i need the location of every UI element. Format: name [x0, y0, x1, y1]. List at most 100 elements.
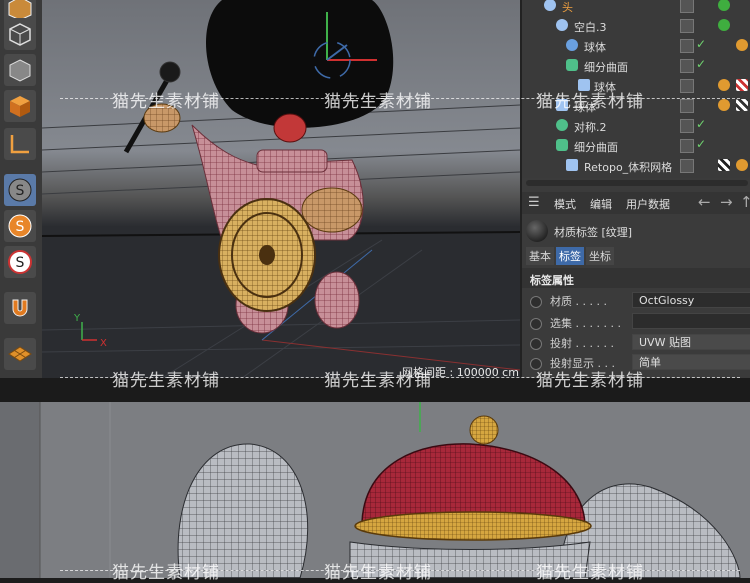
menu-icon[interactable]: ☰: [528, 195, 540, 210]
texture-tag-icon[interactable]: [736, 99, 748, 111]
enabled-check-icon[interactable]: ✓: [696, 57, 706, 71]
watermark: 猫先生素材铺: [536, 371, 644, 391]
floor-grid-icon[interactable]: [4, 338, 36, 370]
tab-coord[interactable]: 坐标: [586, 247, 614, 265]
axis-tool-icon[interactable]: [4, 128, 36, 160]
object-label: 细分曲面: [574, 141, 618, 154]
watermark: 猫先生素材铺: [536, 92, 644, 112]
tab-basic[interactable]: 基本: [526, 247, 554, 265]
bottom-viewport[interactable]: [0, 402, 750, 578]
left-toolbar: S S S: [0, 0, 43, 378]
object-label: 细分曲面: [584, 61, 628, 74]
object-row[interactable]: 头: [522, 0, 750, 16]
anim-radio-icon[interactable]: [530, 338, 542, 350]
polygon-object-icon: [566, 159, 578, 171]
visibility-toggle-icon[interactable]: [680, 59, 694, 73]
visibility-toggle-icon[interactable]: [680, 119, 694, 133]
magnet-icon[interactable]: [4, 292, 36, 324]
object-label: Retopo_体积网格: [584, 161, 673, 174]
object-row[interactable]: 细分曲面 ✓: [522, 56, 750, 76]
object-row[interactable]: 细分曲面 ✓: [522, 136, 750, 156]
attribute-tabs: 基本 标签 坐标: [526, 246, 616, 265]
enabled-check-icon[interactable]: ✓: [696, 37, 706, 51]
watermark: 猫先生素材铺: [536, 563, 644, 583]
right-panel: 头 空白.3 球体 ✓ 细分曲面 ✓ 球体 球体 对称.2 ✓ 细分曲面 ✓ R…: [520, 0, 750, 378]
visibility-toggle-icon[interactable]: [680, 39, 694, 53]
svg-text:S: S: [16, 183, 25, 199]
visibility-toggle-icon[interactable]: [680, 19, 694, 33]
cube-solid-icon[interactable]: [4, 54, 36, 86]
cube-wire-icon[interactable]: [4, 18, 36, 50]
menu-mode[interactable]: 模式: [554, 196, 576, 212]
texture-tag-icon[interactable]: [718, 159, 730, 171]
watermark: 猫先生素材铺: [112, 371, 220, 391]
back-arrow-icon[interactable]: ←: [698, 193, 711, 211]
watermark: 猫先生素材铺: [324, 371, 432, 391]
watermark: 猫先生素材铺: [324, 563, 432, 583]
viewport-scene: [42, 0, 520, 378]
visibility-toggle-icon[interactable]: [680, 79, 694, 93]
object-label: 空白.3: [574, 21, 607, 34]
section-title: 标签属性: [530, 274, 574, 287]
visibility-toggle-icon[interactable]: [680, 99, 694, 113]
svg-text:S: S: [16, 219, 25, 235]
material-preview-icon: [526, 220, 548, 242]
top-screenshot: S S S Y X 网格间距: 100000 cm 头 空白.3 球体 ✓ 细…: [0, 0, 750, 378]
visibility-toggle-icon[interactable]: [680, 139, 694, 153]
tag-title: 材质标签 [纹理]: [554, 226, 633, 239]
object-row[interactable]: 球体 ✓: [522, 36, 750, 56]
selection-field[interactable]: [632, 313, 750, 329]
watermark: 猫先生素材铺: [112, 563, 220, 583]
material-tag-icon[interactable]: [718, 79, 730, 91]
texture-tag-icon[interactable]: [736, 79, 748, 91]
tab-tag[interactable]: 标签: [556, 247, 584, 265]
enabled-check-icon[interactable]: ✓: [696, 137, 706, 151]
svg-text:S: S: [16, 255, 25, 271]
visibility-toggle-icon[interactable]: [680, 159, 694, 173]
watermark: 猫先生素材铺: [112, 92, 220, 112]
projection-dropdown[interactable]: UVW 贴图: [632, 334, 750, 350]
horizontal-scrollbar[interactable]: [526, 180, 748, 186]
snap-s-blue-icon[interactable]: S: [4, 174, 36, 206]
null-object-icon: [544, 0, 556, 11]
section-header: 标签属性: [522, 268, 750, 288]
object-row[interactable]: 空白.3: [522, 16, 750, 36]
object-label: 对称.2: [574, 121, 607, 134]
watermark: 猫先生素材铺: [324, 92, 432, 112]
subdivision-surface-icon: [566, 59, 578, 71]
3d-viewport[interactable]: Y X 网格间距 : 100000 cm: [42, 0, 520, 378]
material-tag-icon[interactable]: [718, 99, 730, 111]
projection-display-dropdown[interactable]: 简单: [632, 354, 750, 370]
object-row[interactable]: 对称.2 ✓: [522, 116, 750, 136]
material-tag-icon[interactable]: [736, 159, 748, 171]
object-label: 球体: [584, 41, 606, 54]
anim-radio-icon[interactable]: [530, 296, 542, 308]
snap-s-orange-icon[interactable]: S: [4, 210, 36, 242]
cube-orange-icon[interactable]: [4, 90, 36, 122]
phong-tag-icon[interactable]: [718, 0, 730, 11]
menu-user-data[interactable]: 用户数据: [626, 196, 670, 212]
symmetry-icon: [556, 119, 568, 131]
object-label: 头: [562, 1, 573, 14]
projection-label: 投射 . . . . . .: [550, 337, 614, 350]
menu-edit[interactable]: 编辑: [590, 196, 612, 212]
forward-arrow-icon[interactable]: →: [720, 193, 733, 211]
object-row[interactable]: Retopo_体积网格: [522, 156, 750, 176]
visibility-toggle-icon[interactable]: [680, 0, 694, 13]
up-arrow-icon[interactable]: ↑: [740, 193, 750, 211]
snap-s-red-icon[interactable]: S: [4, 246, 36, 278]
enabled-check-icon[interactable]: ✓: [696, 117, 706, 131]
material-tag-icon[interactable]: [736, 39, 748, 51]
null-object-icon: [556, 19, 568, 31]
material-field[interactable]: OctGlossy: [632, 292, 750, 308]
phong-tag-icon[interactable]: [718, 19, 730, 31]
sphere-icon: [566, 39, 578, 51]
axis-x-label: X: [100, 338, 107, 349]
material-label: 材质 . . . . .: [550, 295, 607, 308]
chevron-right-icon[interactable]: ›: [551, 291, 555, 304]
subdivision-surface-icon: [556, 139, 568, 151]
anim-radio-icon[interactable]: [530, 318, 542, 330]
selection-label: 选集 . . . . . . .: [550, 317, 621, 330]
attribute-menu-bar: ☰ 模式 编辑 用户数据 ← → ↑: [522, 192, 750, 214]
axis-y-label: Y: [74, 313, 81, 324]
